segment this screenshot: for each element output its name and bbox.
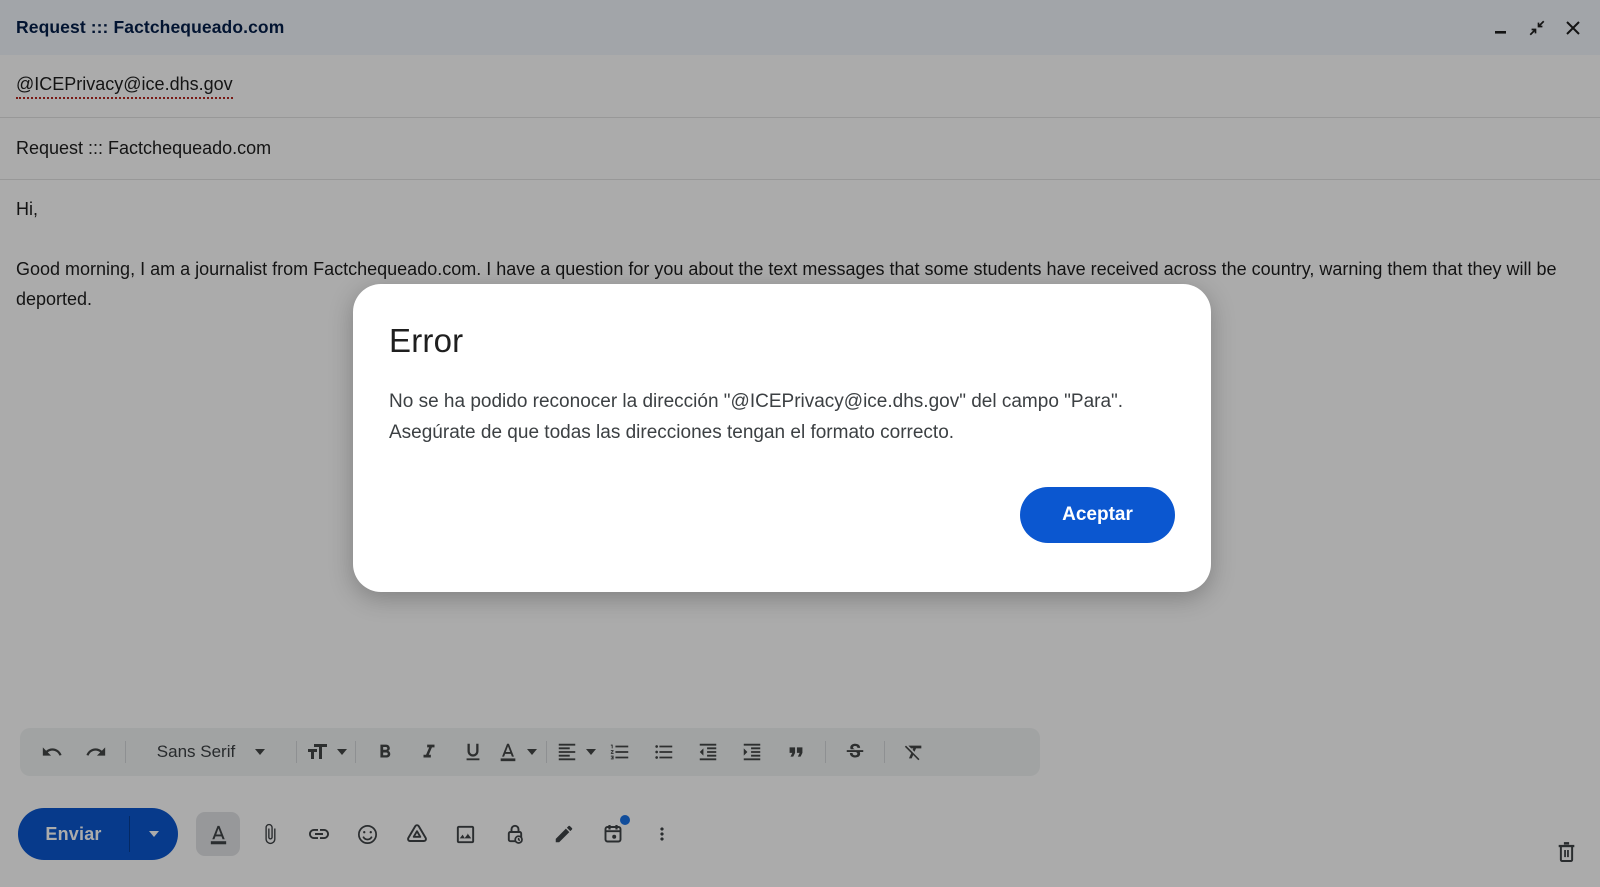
- dialog-message: No se ha podido reconocer la dirección "…: [389, 391, 1124, 443]
- accept-button[interactable]: Aceptar: [1020, 487, 1175, 543]
- compose-window: Request ::: Factchequeado.com @ICEPrivac…: [0, 0, 1600, 887]
- error-dialog: Error No se ha podido reconocer la direc…: [353, 284, 1211, 592]
- dialog-title: Error: [389, 322, 464, 359]
